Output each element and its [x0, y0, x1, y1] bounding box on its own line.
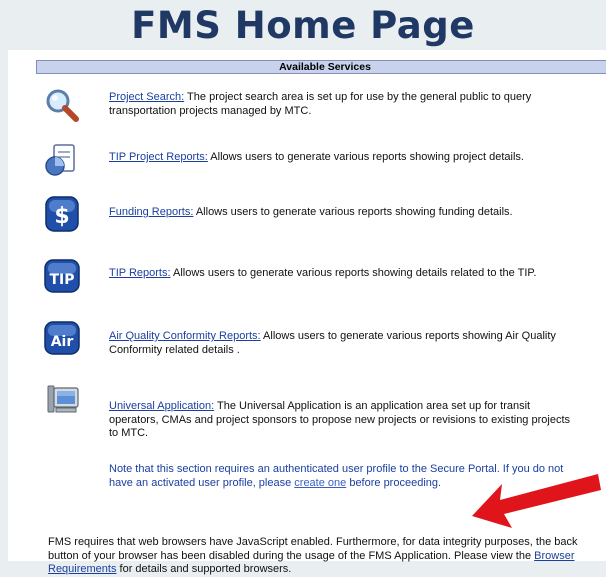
- available-services-header: Available Services: [36, 60, 606, 74]
- service-description: Air Quality Conformity Reports: Allows u…: [109, 330, 579, 357]
- service-description: TIP Reports: Allows users to generate va…: [109, 267, 579, 281]
- service-text: Allows users to generate various reports…: [207, 151, 524, 163]
- air-icon[interactable]: Air: [42, 318, 82, 358]
- service-description: TIP Project Reports: Allows users to gen…: [109, 151, 579, 165]
- tip-icon[interactable]: TIP: [42, 256, 82, 296]
- create-one-link[interactable]: create one: [294, 477, 346, 489]
- note-text: Note that this section requires an authe…: [109, 463, 412, 475]
- reports-icon[interactable]: [42, 140, 82, 180]
- air-quality-reports-link[interactable]: Air Quality Conformity Reports:: [109, 330, 261, 342]
- funding-reports-link[interactable]: Funding Reports:: [109, 206, 193, 218]
- tip-project-reports-link[interactable]: TIP Project Reports:: [109, 151, 208, 163]
- service-text: Allows users to generate various reports…: [170, 267, 537, 279]
- note-text: before proceeding.: [346, 476, 442, 489]
- dollar-icon-glyph: $: [54, 204, 69, 229]
- universal-application-link[interactable]: Universal Application:: [109, 400, 214, 412]
- browser-requirements-note: FMS requires that web browsers have Java…: [48, 536, 598, 577]
- magnifier-icon[interactable]: [42, 86, 82, 126]
- note-text-hidden: th: [411, 463, 421, 475]
- dollar-icon[interactable]: $: [42, 194, 82, 234]
- footer-text: FMS requires that web browsers have Java…: [48, 536, 578, 562]
- project-search-link[interactable]: Project Search:: [109, 91, 184, 103]
- service-description: Project Search: The project search area …: [109, 91, 579, 118]
- tip-reports-link[interactable]: TIP Reports:: [109, 267, 171, 279]
- slide-title: FMS Home Page: [131, 4, 475, 47]
- fms-home-panel: Available Services Project Search: The p…: [8, 50, 606, 575]
- service-text: Allows users to generate various reports…: [193, 206, 513, 218]
- air-icon-label: Air: [51, 334, 74, 350]
- service-description: Funding Reports: Allows users to generat…: [109, 206, 579, 220]
- footer-text: for details and supported browsers.: [116, 563, 292, 575]
- computer-icon[interactable]: [42, 380, 82, 420]
- service-description: Universal Application: The Universal App…: [109, 400, 579, 441]
- red-arrow-annotation: [468, 470, 603, 537]
- tip-icon-label: TIP: [49, 272, 74, 288]
